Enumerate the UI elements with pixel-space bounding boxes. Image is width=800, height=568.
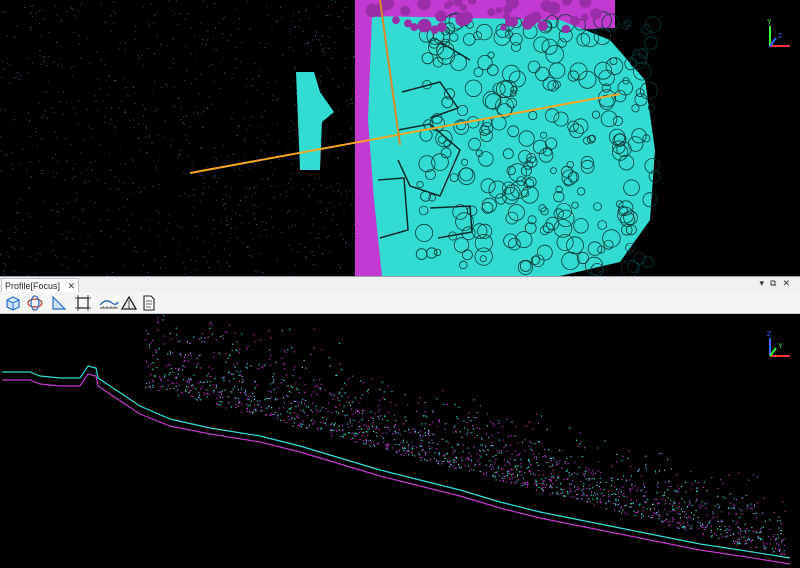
close-icon[interactable]: ✕ (67, 279, 75, 293)
triangle-points-icon[interactable] (120, 294, 138, 312)
profile-point-cloud-canvas[interactable]: Z Y (0, 314, 800, 568)
profile-panel-header: Profile[Focus] ✕ ▾⧉✕ (0, 276, 800, 292)
slope-icon[interactable] (50, 294, 68, 312)
profile-points (145, 315, 787, 556)
axis-label-z: Z (778, 33, 783, 40)
crosshair-grid-icon[interactable] (74, 294, 92, 312)
orbit-icon[interactable] (26, 294, 44, 312)
cyan-building-left (296, 72, 334, 170)
axis-label-y: Y (767, 19, 772, 26)
box-view-icon[interactable] (4, 294, 22, 312)
tab-label: Profile[Focus] (5, 281, 61, 291)
ruler-measure-icon[interactable] (98, 294, 120, 312)
axis-label-z: Z (767, 331, 772, 338)
window-controls: ▾⧉✕ (759, 278, 796, 289)
cyan-point-region (368, 16, 655, 276)
map-viewport[interactable]: Y Z (0, 0, 800, 276)
report-document-icon[interactable] (140, 294, 158, 312)
close-icon[interactable]: ✕ (782, 278, 796, 288)
chevron-down-icon[interactable]: ▾ (759, 278, 770, 288)
restore-icon[interactable]: ⧉ (770, 278, 782, 288)
profile-viewport[interactable]: Z Y (0, 314, 800, 568)
tab-profile[interactable]: Profile[Focus] ✕ (1, 278, 80, 293)
ground-profile-cyan (2, 365, 791, 559)
profile-toolbar (0, 292, 800, 314)
point-cloud-canvas[interactable]: Y Z (0, 0, 800, 276)
axis-label-y: Y (778, 343, 783, 350)
